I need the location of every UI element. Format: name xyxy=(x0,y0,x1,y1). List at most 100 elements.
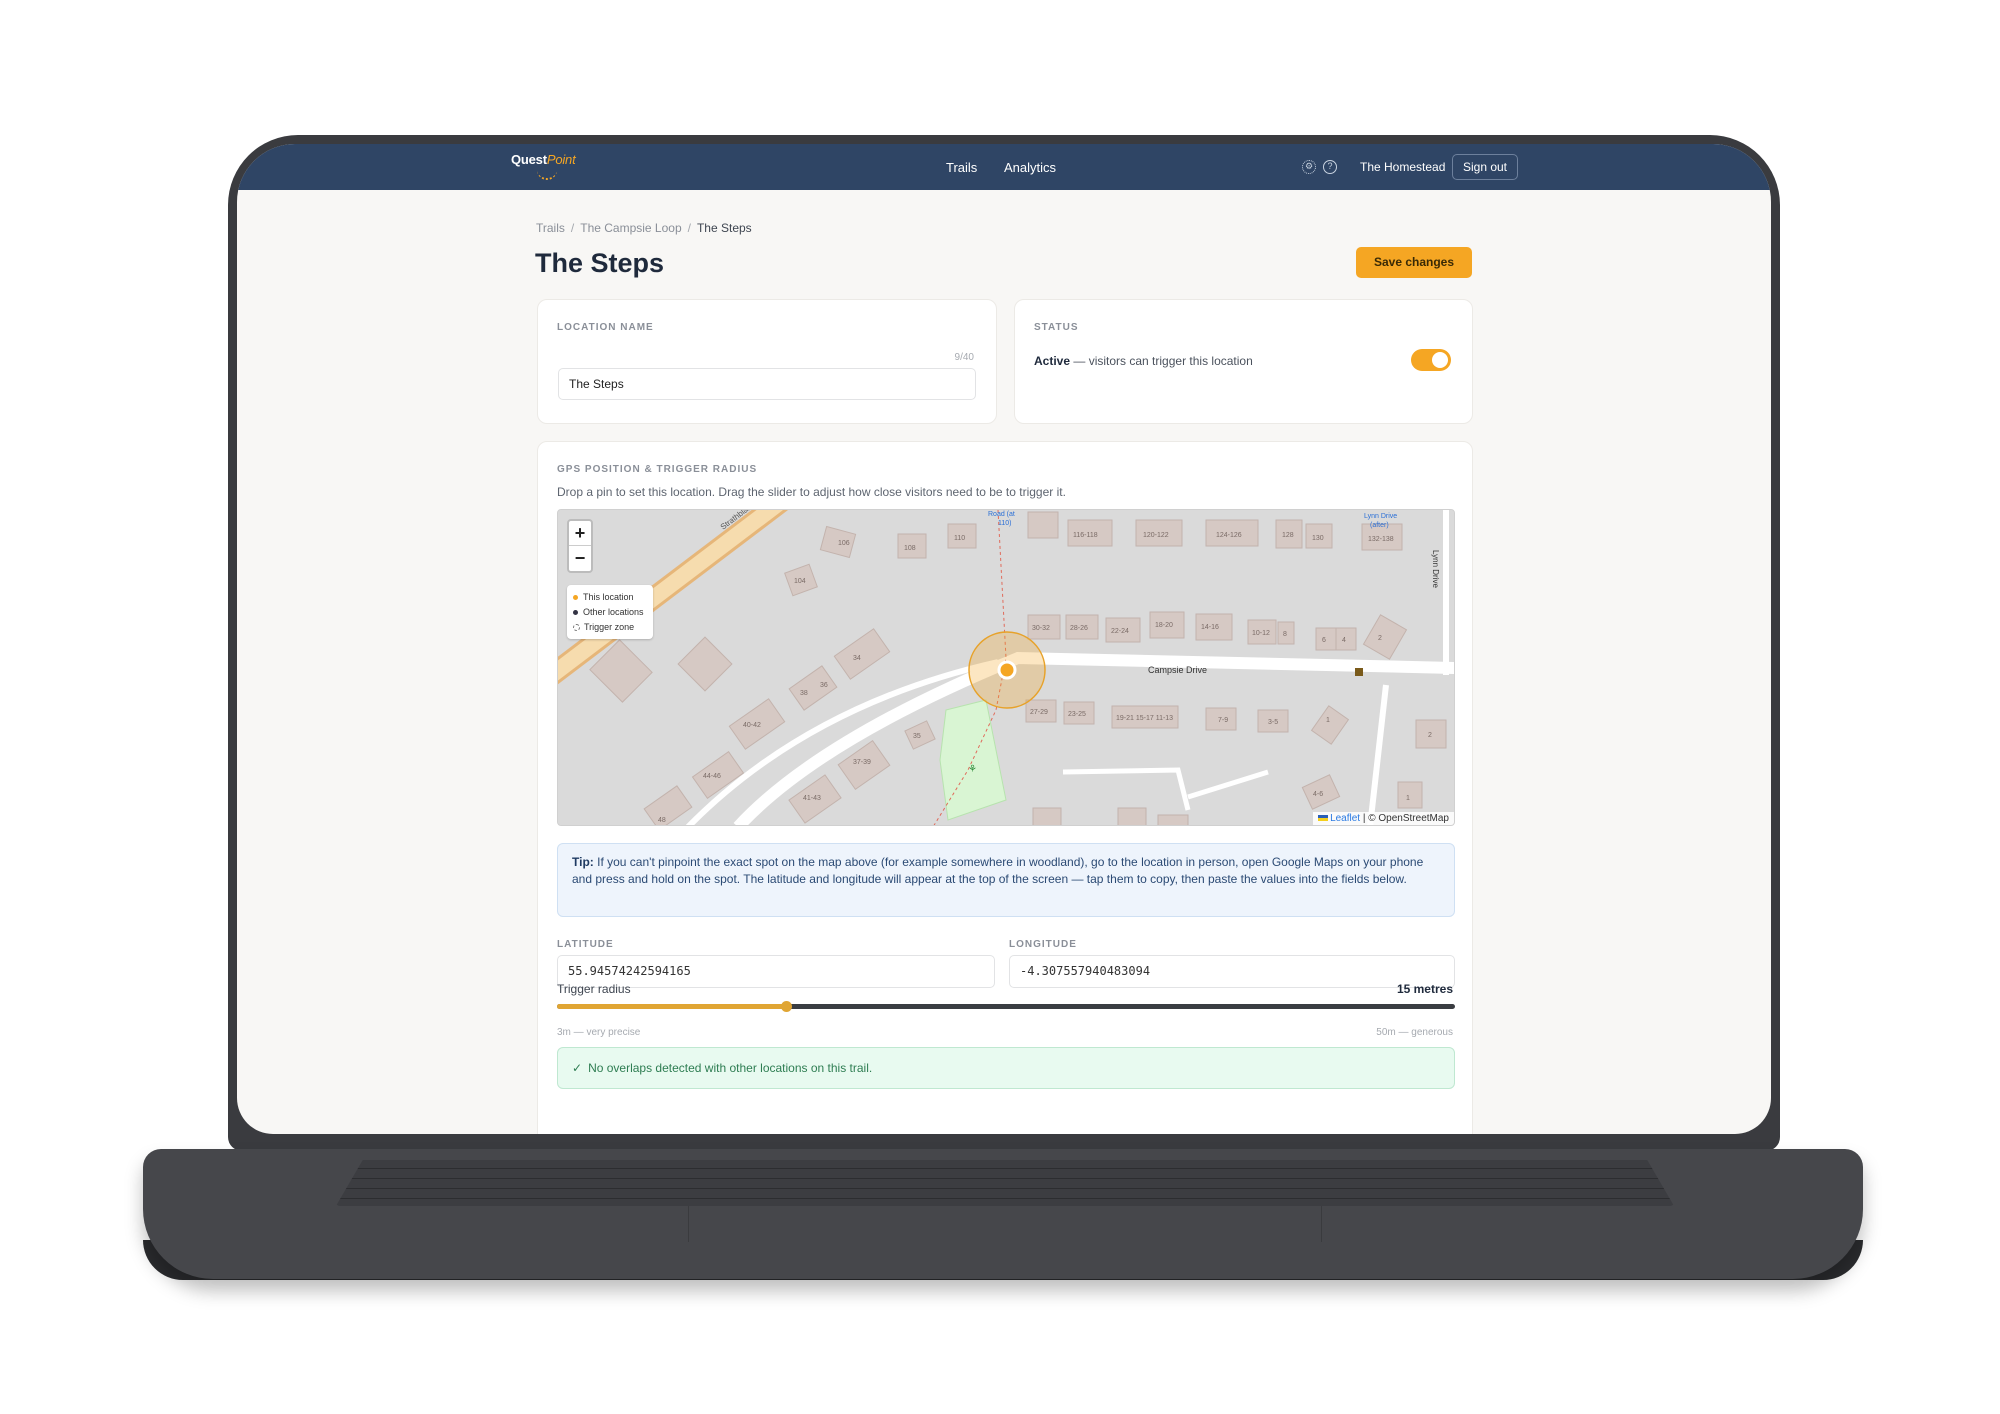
svg-text:35: 35 xyxy=(913,733,921,740)
svg-text:Lynn Drive: Lynn Drive xyxy=(1431,550,1440,588)
svg-text:110: 110 xyxy=(954,535,965,542)
breadcrumb: Trails / The Campsie Loop / The Steps xyxy=(536,221,752,235)
help-icon[interactable]: ? xyxy=(1323,160,1337,174)
svg-text:Campsie Drive: Campsie Drive xyxy=(1148,665,1207,675)
laptop-keyboard xyxy=(336,1160,1674,1206)
logo-text-main: Quest xyxy=(511,152,547,167)
legend-ring-icon xyxy=(573,624,580,632)
legend-dot-icon xyxy=(573,610,578,616)
location-name-card: LOCATION NAME 9/40 The Steps xyxy=(537,299,997,424)
nav-link-analytics[interactable]: Analytics xyxy=(1004,160,1056,175)
svg-text:4-6: 4-6 xyxy=(1313,791,1323,798)
laptop-screen: QuestPoint Trails Analytics ⚙ ? The Home… xyxy=(237,144,1771,1134)
legend-this-location: This location xyxy=(573,590,647,605)
svg-text:19-21 15-17 11-13: 19-21 15-17 11-13 xyxy=(1116,715,1173,722)
laptop-trackpad xyxy=(688,1206,1322,1242)
trigger-radius-label: Trigger radius xyxy=(557,982,631,996)
svg-text:37-39: 37-39 xyxy=(853,759,871,766)
house-106: 106 xyxy=(838,540,850,547)
gps-section-label: GPS POSITION & TRIGGER RADIUS xyxy=(557,464,758,475)
legend-other-locations: Other locations xyxy=(573,605,647,620)
location-name-input[interactable]: The Steps xyxy=(558,368,976,400)
page-title: The Steps xyxy=(535,248,665,278)
questpoint-logo[interactable]: QuestPoint xyxy=(511,152,576,167)
longitude-label: LONGITUDE xyxy=(1009,939,1077,950)
svg-text:110): 110) xyxy=(998,520,1012,527)
breadcrumb-trails[interactable]: Trails xyxy=(536,221,565,235)
map-attribution: Leaflet | © OpenStreetMap xyxy=(1313,812,1454,825)
svg-text:41-43: 41-43 xyxy=(803,795,821,802)
overlap-message: No overlaps detected with other location… xyxy=(588,1061,873,1075)
svg-text:23-25: 23-25 xyxy=(1068,711,1086,718)
slider-min-label: 3m — very precise xyxy=(557,1027,641,1038)
svg-text:6: 6 xyxy=(1322,637,1326,644)
other-location-marker xyxy=(1355,668,1363,676)
tip-box: Tip: If you can't pinpoint the exact spo… xyxy=(557,843,1455,917)
status-label: STATUS xyxy=(1034,322,1079,333)
svg-text:2: 2 xyxy=(1378,635,1382,642)
map-tiles: Strathblane R Campsie Drive Lynn Drive ⚘ xyxy=(558,510,1454,825)
svg-text:116-118: 116-118 xyxy=(1073,532,1098,539)
svg-text:130: 130 xyxy=(1312,535,1324,542)
logo-trail-icon xyxy=(537,168,557,180)
svg-text:10-12: 10-12 xyxy=(1252,630,1270,637)
legend-trigger-zone: Trigger zone xyxy=(573,620,647,635)
zoom-out-button[interactable]: − xyxy=(569,546,591,571)
ukraine-flag-icon xyxy=(1318,815,1329,822)
breadcrumb-trail[interactable]: The Campsie Loop xyxy=(580,221,681,235)
legend-label: This location xyxy=(583,592,634,602)
sign-out-button[interactable]: Sign out xyxy=(1452,154,1518,180)
zoom-in-button[interactable]: + xyxy=(569,521,591,546)
check-icon: ✓ xyxy=(572,1061,583,1075)
tip-text: If you can't pinpoint the exact spot on … xyxy=(572,855,1424,886)
svg-text:128: 128 xyxy=(1282,532,1294,539)
svg-text:36: 36 xyxy=(820,682,828,689)
svg-text:2: 2 xyxy=(1428,732,1432,739)
svg-text:34: 34 xyxy=(853,655,861,662)
longitude-input[interactable]: -4.307557940483094 xyxy=(1009,955,1455,988)
svg-text:1: 1 xyxy=(1406,795,1410,802)
latitude-label: LATITUDE xyxy=(557,939,614,950)
legend-dot-icon xyxy=(573,595,578,601)
legend-label: Trigger zone xyxy=(584,622,635,632)
slider-fill xyxy=(557,1004,787,1009)
svg-text:1: 1 xyxy=(1326,717,1330,724)
svg-text:132-138: 132-138 xyxy=(1368,536,1394,543)
svg-text:38: 38 xyxy=(800,690,808,697)
tip-prefix: Tip: xyxy=(572,855,594,869)
osm-attribution[interactable]: | © OpenStreetMap xyxy=(1363,813,1449,824)
gear-icon[interactable]: ⚙ xyxy=(1302,160,1316,174)
svg-text:40-42: 40-42 xyxy=(743,722,761,729)
map-view[interactable]: Strathblane R Campsie Drive Lynn Drive ⚘ xyxy=(557,509,1455,826)
gps-description: Drop a pin to set this location. Drag th… xyxy=(557,485,1066,499)
svg-text:108: 108 xyxy=(904,545,916,552)
location-name-label: LOCATION NAME xyxy=(557,322,654,333)
status-card: STATUS Active — visitors can trigger thi… xyxy=(1014,299,1473,424)
status-toggle[interactable] xyxy=(1411,349,1451,371)
slider-max-label: 50m — generous xyxy=(1376,1027,1453,1038)
svg-text:120-122: 120-122 xyxy=(1143,532,1169,539)
svg-text:Road (at: Road (at xyxy=(988,511,1015,518)
toggle-knob xyxy=(1432,352,1448,368)
account-name[interactable]: The Homestead xyxy=(1360,160,1445,174)
svg-text:Lynn Drive: Lynn Drive xyxy=(1364,513,1397,520)
svg-text:44-46: 44-46 xyxy=(703,773,721,780)
svg-text:4: 4 xyxy=(1342,637,1346,644)
legend-label: Other locations xyxy=(583,607,644,617)
slider-thumb[interactable] xyxy=(781,1001,793,1012)
breadcrumb-current: The Steps xyxy=(696,221,752,235)
save-changes-button[interactable]: Save changes xyxy=(1356,247,1472,278)
map-legend: This location Other locations Trigger zo… xyxy=(567,585,653,639)
svg-text:22-24: 22-24 xyxy=(1111,628,1129,635)
svg-text:3-5: 3-5 xyxy=(1268,719,1278,726)
top-navbar: QuestPoint Trails Analytics ⚙ ? The Home… xyxy=(237,144,1771,190)
trigger-radius-slider[interactable] xyxy=(557,1001,1455,1012)
nav-link-trails[interactable]: Trails xyxy=(946,160,977,175)
this-location-marker xyxy=(997,660,1017,680)
svg-text:27-29: 27-29 xyxy=(1030,709,1048,716)
svg-text:18-20: 18-20 xyxy=(1155,622,1173,629)
status-description: Active — visitors can trigger this locat… xyxy=(1034,354,1253,368)
leaflet-link[interactable]: Leaflet xyxy=(1330,813,1360,824)
trigger-radius-value: 15 metres xyxy=(1396,982,1453,996)
overlap-status: ✓ No overlaps detected with other locatio… xyxy=(557,1047,1455,1089)
